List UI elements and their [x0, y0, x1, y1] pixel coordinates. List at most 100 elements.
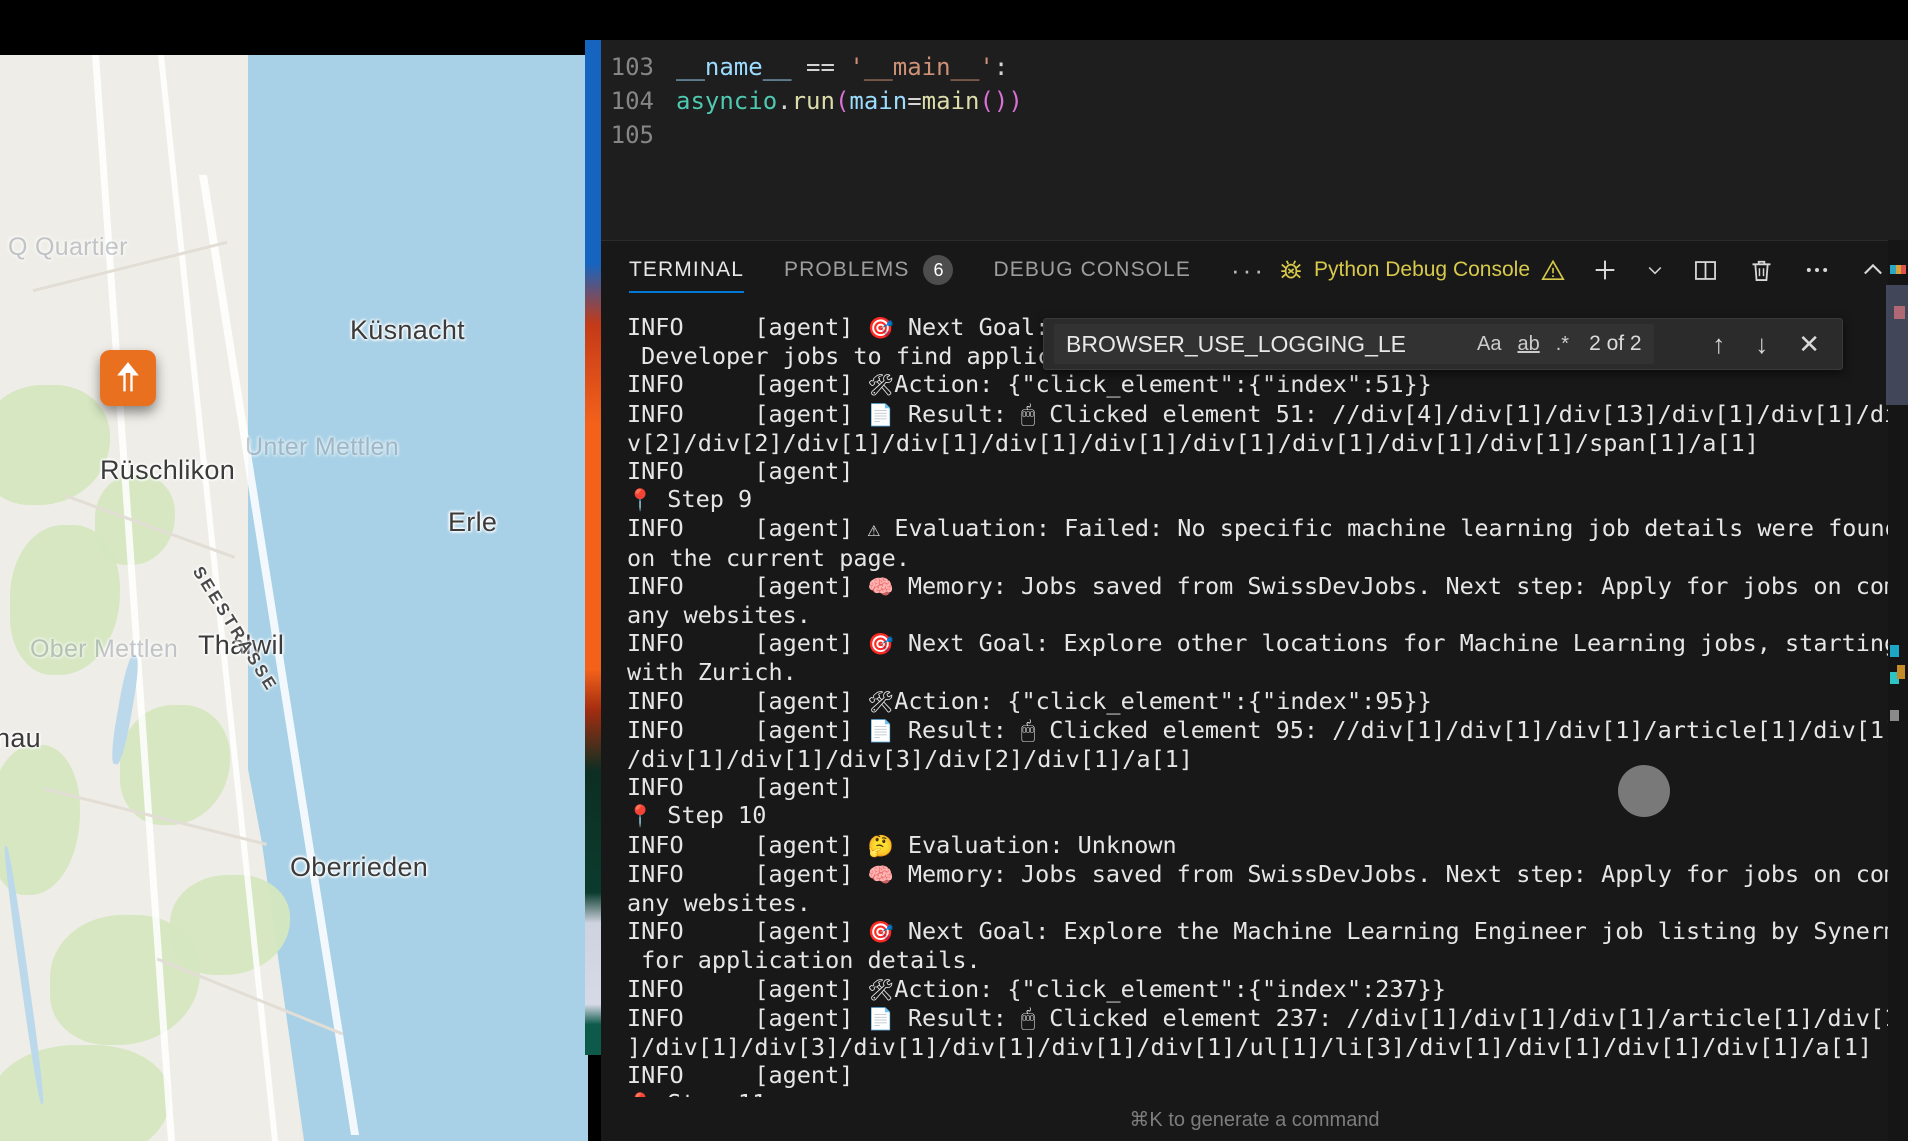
code-token: ( [834, 87, 850, 115]
tab-problems[interactable]: PROBLEMS 6 [784, 241, 954, 299]
terminal-command-hint: ⌘K to generate a command [1129, 1108, 1380, 1131]
find-next-button[interactable]: ↓ [1755, 329, 1768, 360]
find-input-wrapper[interactable]: Aa ab .* 2 of 2 [1054, 324, 1654, 364]
terminal-line-text: Step 10 [653, 801, 767, 830]
terminal-line: INFO [agent] 🤔 Evaluation: Unknown [627, 831, 1908, 860]
terminal-line: on the current page. [627, 544, 1908, 572]
find-actions: ↑ ↓ ✕ [1712, 329, 1842, 360]
terminal-line-text: Developer jobs to find applic [627, 342, 1052, 371]
terminal-line: INFO [agent] 📄 Result: 🖱 Clicked element… [627, 716, 1908, 745]
terminal-line-text: ]/div[1]/div[3]/div[1]/div[1]/div[1]/div… [627, 1033, 1873, 1062]
split-terminal-button[interactable] [1688, 253, 1722, 287]
terminal-line: INFO [agent] 🧠 Memory: Jobs saved from S… [627, 572, 1908, 601]
terminal-line-emoji: 🛠 [867, 373, 895, 398]
new-terminal-dropdown-button[interactable] [1644, 253, 1666, 287]
terminal-line: INFO [agent] [627, 457, 1908, 485]
terminal-line: v[2]/div[2]/div[1]/div[1]/div[1]/div[1]/… [627, 429, 1908, 457]
map-location-marker[interactable] [100, 350, 156, 406]
map-label-nau: nau [0, 723, 41, 753]
terminal-line-emoji: 📄 [867, 718, 894, 743]
letterbox-top [0, 0, 1908, 40]
terminal-line-text: Step 9 [653, 485, 753, 514]
terminal-line-text: any websites. [627, 601, 811, 630]
terminal-line-text: with Zurich. [627, 658, 797, 687]
hide-panel-button[interactable] [1856, 253, 1890, 287]
use-regex-toggle[interactable]: .* [1556, 333, 1569, 356]
terminal-line-prefix: INFO [agent] [627, 686, 868, 715]
find-match-count: 2 of 2 [1589, 332, 1642, 355]
kill-terminal-button[interactable] [1744, 253, 1778, 287]
map-lake-water [248, 55, 588, 1141]
terminal-line-text: Memory: Jobs saved from SwissDevJobs. Ne… [893, 571, 1908, 600]
terminal-line-prefix: INFO [agent] [627, 313, 868, 341]
terminal-line: 📍 Step 11 [627, 1089, 1908, 1097]
new-terminal-button[interactable] [1588, 253, 1622, 287]
code-line: 103 __name__ == '__main__': [601, 50, 1908, 84]
terminal-line-prefix: INFO [agent] [627, 1003, 868, 1032]
terminal-line: /div[1]/div[1]/div[3]/div[2]/div[1]/a[1] [627, 745, 1908, 773]
panel-views-and-more-button[interactable] [1800, 253, 1834, 287]
terminal-line-text: Memory: Jobs saved from SwissDevJobs. Ne… [893, 859, 1908, 888]
terminal-line-emoji: 🛠 [867, 977, 895, 1002]
terminal-line: INFO [agent] 🛠Action: {"click_element":{… [627, 687, 1908, 716]
terminal-line-text: on the current page. [627, 543, 910, 572]
terminal-line-prefix: INFO [agent] [627, 917, 868, 946]
active-terminal-entry[interactable]: Python Debug Console [1278, 257, 1566, 283]
terminal-line-text: Result: 🖱 Clicked element 95: //div[1]/d… [893, 715, 1899, 744]
tab-debug-console[interactable]: DEBUG CONSOLE [993, 241, 1191, 299]
terminal-line-emoji: 🎯 [867, 632, 894, 657]
terminal-line-emoji: 🎯 [867, 920, 894, 945]
terminal-line-text: /div[1]/div[1]/div[3]/div[2]/div[1]/a[1] [627, 745, 1193, 774]
terminal-line: any websites. [627, 601, 1908, 629]
terminal-line: 📍 Step 10 [627, 801, 1908, 830]
terminal-line-prefix: INFO [agent] [627, 370, 868, 399]
map-label-quartier: Q Quartier [8, 233, 128, 261]
code-editor[interactable]: 103 __name__ == '__main__': 104 asyncio.… [601, 40, 1908, 240]
terminal-output[interactable]: INFO [agent] 🎯 Next Goal: Developer jobs… [601, 299, 1908, 1097]
terminal-line: any websites. [627, 889, 1908, 917]
terminal-line-prefix: INFO [agent] [627, 974, 868, 1003]
find-widget[interactable]: Aa ab .* 2 of 2 ↑ ↓ ✕ [1043, 318, 1843, 370]
map-label-unter-mettlen: Unter Mettlen [245, 433, 399, 461]
map-label-ober-mettlen: Ober Mettlen [30, 635, 179, 663]
terminal-line-prefix: INFO [agent] [627, 830, 868, 859]
terminal-line-emoji: 🎯 [867, 316, 894, 340]
terminal-line-emoji: 🛠 [867, 689, 895, 714]
terminal-line: INFO [agent] 🛠Action: {"click_element":{… [627, 370, 1908, 399]
find-close-button[interactable]: ✕ [1798, 329, 1820, 360]
cursor-click-indicator [1618, 765, 1670, 817]
terminal-line-text: Next Goal: [893, 313, 1050, 341]
find-previous-button[interactable]: ↑ [1712, 329, 1725, 360]
terminal-line: ]/div[1]/div[3]/div[1]/div[1]/div[1]/div… [627, 1033, 1908, 1061]
scrollbar-marker [1890, 645, 1899, 657]
tab-debug-console-label: DEBUG CONSOLE [993, 258, 1191, 281]
terminal-lines: INFO [agent] 🎯 Next Goal: Developer jobs… [627, 313, 1908, 1097]
terminal-line-prefix: INFO [agent] [627, 457, 854, 486]
terminal-scrollbar-thumb[interactable] [1886, 285, 1908, 405]
code-token: = [907, 87, 922, 115]
terminal-line-prefix: INFO [agent] [627, 1061, 854, 1090]
terminal-line: INFO [agent] ⚠ Evaluation: Failed: No sp… [627, 514, 1908, 543]
panel-tabs-overflow[interactable]: ··· [1231, 255, 1266, 286]
code-token: ( [979, 87, 994, 115]
terminal-line-emoji: 🧠 [867, 574, 894, 599]
code-token: : [993, 53, 1009, 81]
whole-word-toggle[interactable]: ab [1517, 333, 1539, 356]
terminal-line-text: for application details. [627, 946, 981, 975]
map-panel[interactable]: Küsnacht Rüschlikon Thalwil Oberrieden n… [0, 55, 588, 1141]
code-token: == [791, 53, 850, 81]
code-token: ) [1008, 87, 1023, 115]
terminal-line-prefix: INFO [agent] [627, 773, 854, 802]
terminal-line: for application details. [627, 946, 1908, 974]
tab-terminal[interactable]: TERMINAL [629, 241, 744, 299]
map-green-area [0, 1045, 170, 1141]
code-token: asyncio [676, 87, 778, 115]
code-token: main [849, 87, 908, 115]
terminal-line-emoji: 🤔 [867, 833, 894, 858]
find-input[interactable] [1066, 330, 1461, 358]
problems-count-badge: 6 [923, 255, 954, 285]
terminal-line-text: Evaluation: Failed: No specific machine … [880, 514, 1899, 543]
terminal-line: with Zurich. [627, 658, 1908, 686]
warning-triangle-icon [1541, 259, 1565, 281]
match-case-toggle[interactable]: Aa [1477, 333, 1501, 356]
